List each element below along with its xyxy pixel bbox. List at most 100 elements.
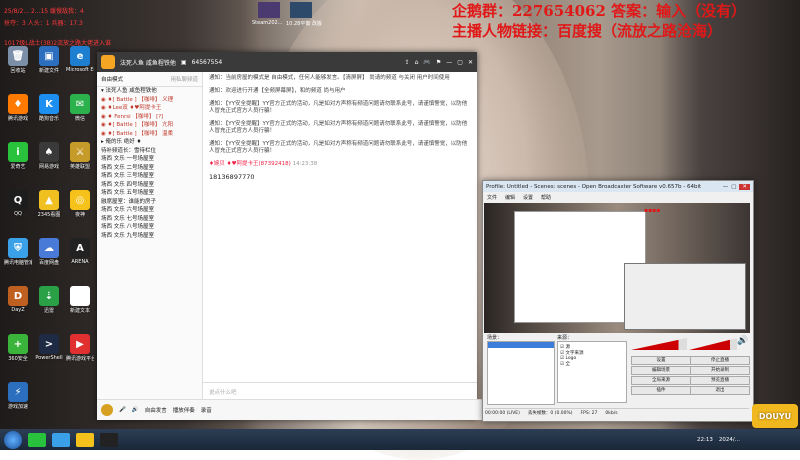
- desktop-icon[interactable]: i 爱奇艺: [4, 142, 32, 170]
- obs-global-sources-button[interactable]: 全局来源: [631, 376, 691, 385]
- desktop-icon[interactable]: ▶ 腾讯游戏平台: [66, 334, 94, 362]
- desktop-icon-label: 爱奇艺: [10, 164, 26, 170]
- desktop-icon[interactable]: ⚔ 英雄联盟: [66, 142, 94, 170]
- channel-tree-row[interactable]: 场西 文乐 三号场屋室: [97, 172, 202, 181]
- gift-icon[interactable]: ⚑: [436, 59, 441, 66]
- desktop-icon-label: 腾讯游戏: [7, 116, 28, 122]
- taskbar-app-2[interactable]: [52, 432, 70, 447]
- obs-maximize-icon[interactable]: ▢: [731, 184, 736, 190]
- avatar[interactable]: [101, 404, 113, 416]
- channel-tree-row[interactable]: ▸ 俺的乐 绝好 ♦: [97, 138, 202, 147]
- sources-label: 来源：: [557, 335, 573, 341]
- channel-tree-row[interactable]: 场西 文乐 四号场屋室: [97, 181, 202, 190]
- desktop-icon-label: 夜神: [74, 212, 85, 218]
- free-speak-button[interactable]: 自由发言: [145, 406, 167, 414]
- speaker-icon[interactable]: 🔊: [132, 407, 139, 413]
- scenes-list[interactable]: [487, 341, 555, 405]
- obs-preview-button[interactable]: 预览直播: [690, 376, 750, 385]
- private-chat-label[interactable]: 用私聊频道: [170, 75, 198, 83]
- app-icon: >: [39, 334, 59, 354]
- speaker-icon[interactable]: 🔊: [737, 336, 748, 346]
- obs-menu-file[interactable]: 文件: [487, 194, 497, 201]
- obs-minimize-icon[interactable]: —: [723, 184, 729, 190]
- obs-menu-help[interactable]: 帮助: [541, 194, 551, 201]
- channel-tree-row[interactable]: 待补频道长：雪待栏位: [97, 147, 202, 156]
- desktop-icon[interactable]: ☁ 百度网盘: [35, 238, 63, 266]
- app-icon: ▲: [39, 190, 59, 210]
- obs-exit-button[interactable]: 退出: [690, 386, 750, 395]
- desktop-icon-label: 网易游戏: [38, 164, 59, 170]
- chat-input[interactable]: 说点什么吧: [203, 382, 477, 398]
- home-icon[interactable]: ⌂: [415, 59, 419, 66]
- desktop-icon[interactable]: D DayZ: [4, 286, 32, 313]
- channel-tree-row[interactable]: 场西 文乐 六号场屋室: [97, 206, 202, 215]
- record-button[interactable]: 录音: [201, 406, 212, 414]
- taskbar-app-4[interactable]: [100, 432, 118, 447]
- desktop-icon[interactable]: ♠ 网易游戏: [35, 142, 63, 170]
- obs-stop-stream-button[interactable]: 停止直播: [690, 356, 750, 365]
- channel-tree-row[interactable]: 场西 文乐 九号场屋室: [97, 232, 202, 241]
- channel-tree-row[interactable]: ◉ ♦[ Battle ] 【咖啡】 亢阳: [97, 121, 202, 130]
- mic-icon[interactable]: 🎤: [119, 407, 126, 413]
- channel-tree-row[interactable]: 场西 文乐 七号场屋室: [97, 215, 202, 224]
- chat-username[interactable]: ♦婉贝 ♦♥阿提卡王(87392418): [209, 161, 291, 167]
- desktop-icon[interactable]: +360安全: [4, 334, 32, 362]
- app-icon: ⚡: [8, 382, 28, 402]
- channel-tree-row[interactable]: 场西 文乐 八号场屋室: [97, 223, 202, 232]
- obs-close-icon[interactable]: ✕: [739, 183, 750, 190]
- tray-date[interactable]: 2024/...: [719, 437, 740, 443]
- close-icon[interactable]: ✕: [468, 59, 473, 66]
- channel-tree-row[interactable]: ◉ ♦Lee双 ♦♥阿提卡王: [97, 104, 202, 113]
- desktop-icon[interactable]: ≡ 新建文本: [66, 286, 94, 314]
- channel-tree-row[interactable]: ◉ ♦[ Battle ] 【咖啡】 温柔: [97, 130, 202, 139]
- channel-tree-row[interactable]: 场西 文乐 五号场屋室: [97, 189, 202, 198]
- channel-tree-row[interactable]: 融席屋室：谁能的房子: [97, 198, 202, 207]
- start-button[interactable]: [4, 430, 22, 449]
- thumb-patch[interactable]: [290, 2, 312, 18]
- channel-tree-row[interactable]: 场西 文乐 二号场屋室: [97, 164, 202, 173]
- mode-label[interactable]: 自由模式: [101, 75, 123, 83]
- obs-edit-scene-button[interactable]: 编辑场景: [631, 366, 691, 375]
- desktop-icon[interactable]: ♦ 腾讯游戏: [4, 94, 32, 122]
- channel-tree-row[interactable]: ▾ 法死人鱼 咸鱼程铁他: [97, 87, 202, 96]
- app-icon: 🗑: [8, 46, 28, 66]
- desktop-icon[interactable]: > PowerShell: [35, 334, 63, 361]
- taskbar-app-3[interactable]: [76, 432, 94, 447]
- music-button[interactable]: 播放伴奏: [173, 406, 195, 414]
- desktop-icon[interactable]: ◎ 夜神: [66, 190, 94, 218]
- obs-bitrate: 0kb/s: [605, 410, 618, 416]
- yy-logo-icon: [101, 55, 115, 69]
- obs-menu-settings[interactable]: 设置: [523, 194, 533, 201]
- desktop-icon[interactable]: ▣ 新建文件: [35, 46, 63, 74]
- tray-time[interactable]: 22:13: [697, 437, 713, 443]
- minimize-icon[interactable]: —: [446, 59, 452, 66]
- desktop-icon[interactable]: eMicrosoft Edge: [66, 46, 94, 73]
- obs-settings-button[interactable]: 设置: [631, 356, 691, 365]
- desktop-icon[interactable]: K 酷狗音乐: [35, 94, 63, 122]
- obs-start-record-button[interactable]: 开始录制: [690, 366, 750, 375]
- desktop-icon[interactable]: ✉ 微信: [66, 94, 94, 122]
- maximize-icon[interactable]: ▢: [457, 59, 463, 66]
- gamepad-icon[interactable]: 🎮: [423, 59, 430, 66]
- desktop-icon-label: 腾讯游戏平台: [66, 356, 94, 362]
- thumb-steam[interactable]: [258, 2, 280, 18]
- yy-window: 法死人鱼 咸鱼程铁他 ▣ 64567554 ⇪ ⌂ 🎮 ⚑ — ▢ ✕ 自由模式…: [97, 52, 485, 420]
- app-icon: e: [70, 46, 90, 66]
- qq-group-overlay: 企鹅群：227654062 答案：输入（没有）: [452, 2, 747, 20]
- obs-plugins-button[interactable]: 插件: [631, 386, 691, 395]
- channel-tree-row[interactable]: ◉ ♦ Fenrsi 【咖啡】 [?]: [97, 113, 202, 122]
- desktop-icon[interactable]: Q QQ: [4, 190, 32, 217]
- desktop-icon[interactable]: ⛨ 腾讯电脑管家: [4, 238, 32, 266]
- desktop-icon[interactable]: 🗑 回收站: [4, 46, 32, 74]
- taskbar-app-1[interactable]: [28, 432, 46, 447]
- desktop-icon[interactable]: A ARENA: [66, 238, 94, 265]
- desktop-icon[interactable]: ⇣ 迅雷: [35, 286, 63, 314]
- desktop-icon[interactable]: ▲ 2345看图: [35, 190, 63, 218]
- obs-menu-edit[interactable]: 编辑: [505, 194, 515, 201]
- channel-tree-row[interactable]: 场西 文乐 一号场屋室: [97, 155, 202, 164]
- desktop-icon[interactable]: ⚡ 游戏加速: [4, 382, 32, 410]
- source-item[interactable]: ☑ 全: [560, 361, 624, 367]
- sources-list[interactable]: ☑ 源 ☑ 文字来源 ☑ Logo ☑ 全: [557, 341, 627, 403]
- share-icon[interactable]: ⇪: [405, 59, 410, 66]
- channel-tree-row[interactable]: ◉ ♦[ Battle ] 【咖啡】 义理: [97, 96, 202, 105]
